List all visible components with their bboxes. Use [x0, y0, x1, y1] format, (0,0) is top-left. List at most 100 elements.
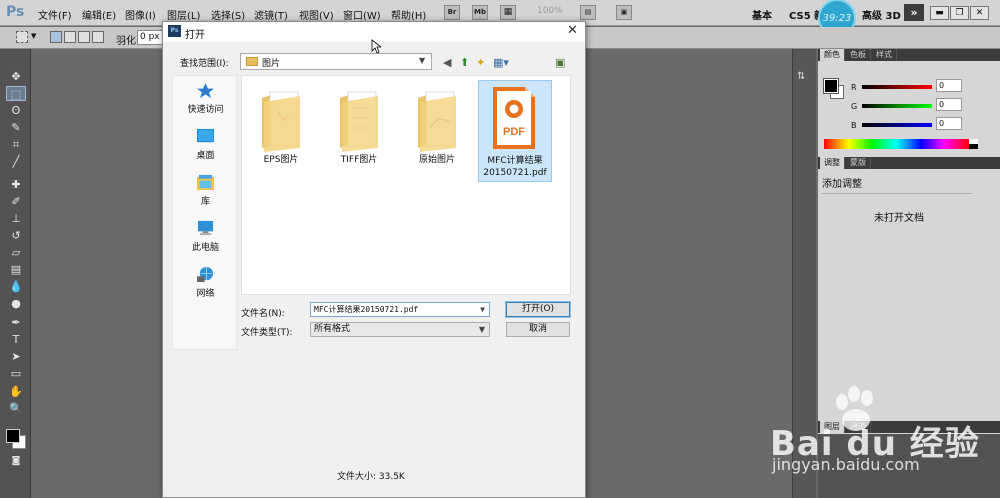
- look-in-dropdown[interactable]: 图片 ▼: [240, 53, 432, 70]
- menu-view[interactable]: 视图(V): [299, 7, 334, 22]
- add-selection-icon[interactable]: [64, 31, 76, 43]
- pdf-badge: PDF: [503, 126, 525, 138]
- history-brush-tool-icon[interactable]: ↺: [6, 228, 26, 243]
- tab-color[interactable]: 颜色: [820, 49, 845, 61]
- place-desktop[interactable]: 桌面: [173, 126, 238, 166]
- divider: [822, 193, 972, 194]
- marquee-tool-icon[interactable]: ⬚: [6, 86, 26, 101]
- bridge-button[interactable]: Br: [444, 5, 460, 20]
- filetype-select[interactable]: 所有格式 ▼: [310, 322, 490, 337]
- black-white-swatch[interactable]: [969, 139, 978, 149]
- crop-tool-icon[interactable]: ⌗: [6, 137, 26, 152]
- up-folder-icon[interactable]: ⬆: [460, 56, 469, 69]
- more-workspaces-button[interactable]: »: [904, 4, 924, 21]
- eraser-tool-icon[interactable]: ▱: [6, 245, 26, 260]
- brush-tool-icon[interactable]: ✐: [6, 194, 26, 209]
- gradient-tool-icon[interactable]: ▤: [6, 262, 26, 277]
- foreground-color-swatch[interactable]: [6, 429, 20, 443]
- workspace-advanced-3d[interactable]: 高级 3D: [862, 7, 901, 22]
- desktop-icon: [197, 128, 214, 143]
- healing-brush-tool-icon[interactable]: ✚: [6, 177, 26, 192]
- eyedropper-tool-icon[interactable]: ╱: [6, 154, 26, 169]
- tab-styles[interactable]: 样式: [872, 49, 897, 61]
- marquee-preset-icon[interactable]: [16, 31, 28, 43]
- red-slider[interactable]: [862, 85, 932, 89]
- tab-adjustments[interactable]: 调整: [820, 157, 845, 169]
- workspace-basic[interactable]: 基本: [752, 7, 772, 22]
- window-close-button[interactable]: ✕: [970, 6, 989, 20]
- dodge-tool-icon[interactable]: ●: [6, 296, 26, 311]
- minimize-button[interactable]: ▬: [930, 6, 949, 20]
- place-this-pc[interactable]: 此电脑: [173, 218, 238, 258]
- chevron-down-icon: ▼: [419, 56, 426, 65]
- color-panel: R 0 G 0 B 0: [818, 61, 1000, 159]
- zoom-level[interactable]: 100%: [537, 6, 563, 16]
- green-value[interactable]: 0: [936, 98, 962, 111]
- blur-tool-icon[interactable]: 💧: [6, 279, 26, 294]
- new-folder-icon[interactable]: ✦: [476, 56, 485, 69]
- menu-edit[interactable]: 编辑(E): [82, 7, 116, 22]
- cancel-button[interactable]: 取消: [506, 322, 570, 337]
- file-item-original-folder[interactable]: 原始图片: [404, 84, 470, 182]
- red-label: R: [851, 83, 857, 92]
- view-menu-icon[interactable]: ▦▾: [493, 56, 509, 69]
- panel-foreground-swatch[interactable]: [823, 78, 839, 94]
- file-name: 原始图片: [418, 155, 455, 165]
- look-in-value: 图片: [262, 59, 281, 69]
- menu-image[interactable]: 图像(I): [125, 7, 156, 22]
- chevron-down-icon[interactable]: ▼: [480, 303, 485, 316]
- tab-swatches[interactable]: 色板: [846, 49, 871, 61]
- back-icon[interactable]: ◀: [443, 56, 451, 69]
- close-icon[interactable]: ✕: [567, 23, 578, 38]
- place-library[interactable]: 库: [173, 172, 238, 212]
- no-document-message: 未打开文档: [874, 213, 924, 224]
- menu-select[interactable]: 选择(S): [211, 7, 245, 22]
- move-tool-icon[interactable]: ✥: [6, 69, 26, 84]
- file-name: EPS图片: [263, 155, 299, 165]
- pen-tool-icon[interactable]: ✒: [6, 315, 26, 330]
- file-size-text: 文件大小: 33.5K: [337, 472, 405, 482]
- feather-input[interactable]: 0 px: [137, 30, 163, 45]
- type-tool-icon[interactable]: T: [6, 332, 26, 347]
- mouse-cursor-icon: [371, 39, 381, 54]
- file-item-tiff-folder[interactable]: TIFF图片: [326, 84, 392, 182]
- menu-file[interactable]: 文件(F): [38, 7, 72, 22]
- hand-tool-icon[interactable]: ✋: [6, 384, 26, 399]
- lasso-tool-icon[interactable]: ʘ: [6, 103, 26, 118]
- green-slider[interactable]: [862, 104, 932, 108]
- adjust-panel-tabs: 调整 蒙版: [818, 157, 1000, 169]
- file-item-eps-folder[interactable]: EPS图片: [248, 84, 314, 182]
- shape-tool-icon[interactable]: ▭: [6, 366, 26, 381]
- chevron-down-icon[interactable]: ▼: [31, 32, 36, 40]
- quick-mask-icon[interactable]: ◙: [6, 454, 26, 469]
- intersect-selection-icon[interactable]: [92, 31, 104, 43]
- folder-icon: [340, 91, 378, 152]
- arrange-documents-button[interactable]: ▤: [580, 5, 596, 20]
- menu-window[interactable]: 窗口(W): [343, 7, 381, 22]
- filename-input[interactable]: MFC计算结果20150721.pdf ▼: [310, 302, 490, 317]
- blue-slider[interactable]: [862, 123, 932, 127]
- place-quick-access[interactable]: 快速访问: [173, 80, 238, 120]
- color-spectrum[interactable]: [824, 139, 969, 149]
- menu-help[interactable]: 帮助(H): [391, 7, 426, 22]
- mini-bridge-button[interactable]: Mb: [472, 5, 488, 20]
- screen-mode-button[interactable]: ▣: [616, 5, 632, 20]
- place-network[interactable]: 网络: [173, 264, 238, 304]
- blue-value[interactable]: 0: [936, 117, 962, 130]
- open-button[interactable]: 打开(O): [505, 301, 571, 318]
- extra-folder-icon[interactable]: ▣: [555, 56, 565, 69]
- file-item-pdf[interactable]: PDF MFC计算结果20150721.pdf: [478, 80, 552, 182]
- tab-masks[interactable]: 蒙版: [846, 157, 871, 169]
- clone-stamp-tool-icon[interactable]: ⊥: [6, 211, 26, 226]
- extras-menu-button[interactable]: ▦: [500, 5, 516, 20]
- menu-filter[interactable]: 滤镜(T): [254, 7, 288, 22]
- restore-button[interactable]: ❐: [950, 6, 969, 20]
- subtract-selection-icon[interactable]: [78, 31, 90, 43]
- history-panel-icon[interactable]: ⇅: [797, 71, 812, 84]
- zoom-tool-icon[interactable]: 🔍: [6, 401, 26, 416]
- quick-select-tool-icon[interactable]: ✎: [6, 120, 26, 135]
- path-select-tool-icon[interactable]: ➤: [6, 349, 26, 364]
- new-selection-icon[interactable]: [50, 31, 62, 43]
- menu-layer[interactable]: 图层(L): [167, 7, 200, 22]
- red-value[interactable]: 0: [936, 79, 962, 92]
